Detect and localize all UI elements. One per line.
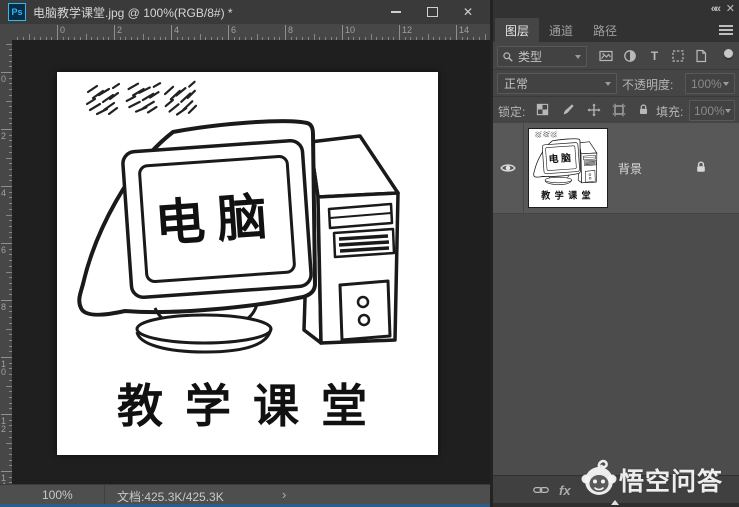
close-button[interactable]: ✕	[461, 5, 475, 19]
filter-shape-layers-button[interactable]	[670, 48, 685, 63]
status-bar: 100% 文档:425.3K/425.3K ›	[0, 484, 490, 505]
artwork-image	[57, 72, 438, 455]
fill-label: 填充:	[656, 103, 683, 120]
horizontal-ruler[interactable]: 02468101214	[12, 24, 490, 41]
link-layers-icon[interactable]	[533, 485, 549, 495]
document-info: 文档:425.3K/425.3K	[117, 488, 224, 505]
opacity-label: 不透明度:	[622, 76, 673, 93]
panel-bottom-bar: fx	[493, 475, 739, 504]
tab-layers[interactable]: 图层	[495, 18, 539, 42]
layer-lock-icon	[694, 160, 708, 174]
filter-type-label: 类型	[518, 48, 542, 65]
maximize-icon	[427, 7, 438, 17]
layer-list: 背景	[493, 123, 739, 475]
layer-thumbnail[interactable]	[528, 128, 608, 208]
document-titlebar: Ps 电脑教学课堂.jpg @ 100%(RGB/8#) * ✕	[0, 0, 493, 25]
layer-row-background[interactable]: 背景	[493, 123, 739, 214]
chevron-down-icon	[575, 55, 581, 59]
filter-adjustment-layers-button[interactable]	[622, 48, 637, 63]
filter-type-layers-button[interactable]: T	[647, 48, 662, 63]
zoom-level-field[interactable]: 100%	[42, 488, 73, 502]
minimize-icon	[391, 11, 401, 13]
status-divider	[104, 485, 105, 505]
lock-label: 锁定:	[498, 103, 525, 120]
panel-bottom-edge	[493, 503, 739, 507]
layers-panel: «« ✕ 图层 通道 路径 类型 T	[493, 0, 739, 507]
lock-transparent-pixels-button[interactable]	[535, 102, 550, 117]
chevron-down-icon	[725, 109, 731, 113]
photoshop-app-icon: Ps	[8, 3, 26, 21]
photoshop-window: Ps 电脑教学课堂.jpg @ 100%(RGB/8#) * ✕ 0246810…	[0, 0, 739, 507]
blend-mode-value: 正常	[504, 75, 528, 92]
lock-row: 锁定: 填充: 100%	[493, 96, 739, 123]
blend-mode-select[interactable]: 正常	[497, 73, 617, 94]
eye-icon[interactable]	[500, 160, 516, 176]
fill-field[interactable]: 100%	[689, 100, 735, 121]
panel-menu-icon[interactable]	[719, 25, 733, 35]
lock-position-button[interactable]	[586, 102, 601, 117]
lock-image-pixels-button[interactable]	[561, 102, 576, 117]
tab-paths[interactable]: 路径	[583, 18, 627, 42]
panel-header-strip: «« ✕	[493, 0, 739, 18]
opacity-field[interactable]: 100%	[685, 73, 735, 94]
layer-controls: 类型 T 正常 不透明度: 100%	[493, 42, 739, 123]
status-expand-button[interactable]: ›	[282, 487, 286, 502]
visibility-cell	[493, 123, 524, 213]
close-icon: ✕	[463, 6, 473, 18]
blend-row: 正常 不透明度: 100%	[493, 69, 739, 97]
opacity-value: 100%	[691, 77, 722, 91]
layer-thumbnail-image	[529, 129, 605, 205]
panel-tabs: 图层 通道 路径	[493, 18, 739, 42]
layer-filter-toggle[interactable]	[724, 49, 733, 58]
minimize-button[interactable]	[389, 5, 403, 19]
search-icon	[502, 51, 514, 63]
maximize-button[interactable]	[425, 5, 439, 19]
fill-value: 100%	[694, 104, 725, 118]
layer-filter-select[interactable]: 类型	[497, 46, 587, 67]
collapse-panels-icon[interactable]: ««	[711, 2, 719, 16]
layer-style-fx-icon[interactable]: fx	[559, 483, 571, 498]
filter-smart-objects-button[interactable]	[693, 48, 708, 63]
tab-channels[interactable]: 通道	[539, 18, 583, 42]
canvas[interactable]	[57, 72, 438, 455]
lock-artboard-button[interactable]	[611, 102, 626, 117]
document-title: 电脑教学课堂.jpg @ 100%(RGB/8#) *	[33, 4, 233, 21]
filter-image-layers-button[interactable]	[598, 48, 613, 63]
layer-name: 背景	[618, 160, 642, 177]
filter-row: 类型 T	[493, 42, 739, 70]
lock-all-button[interactable]	[636, 102, 651, 117]
chevron-down-icon	[605, 82, 611, 86]
panel-close-icon[interactable]: ✕	[726, 2, 735, 16]
chevron-down-icon	[723, 82, 729, 86]
